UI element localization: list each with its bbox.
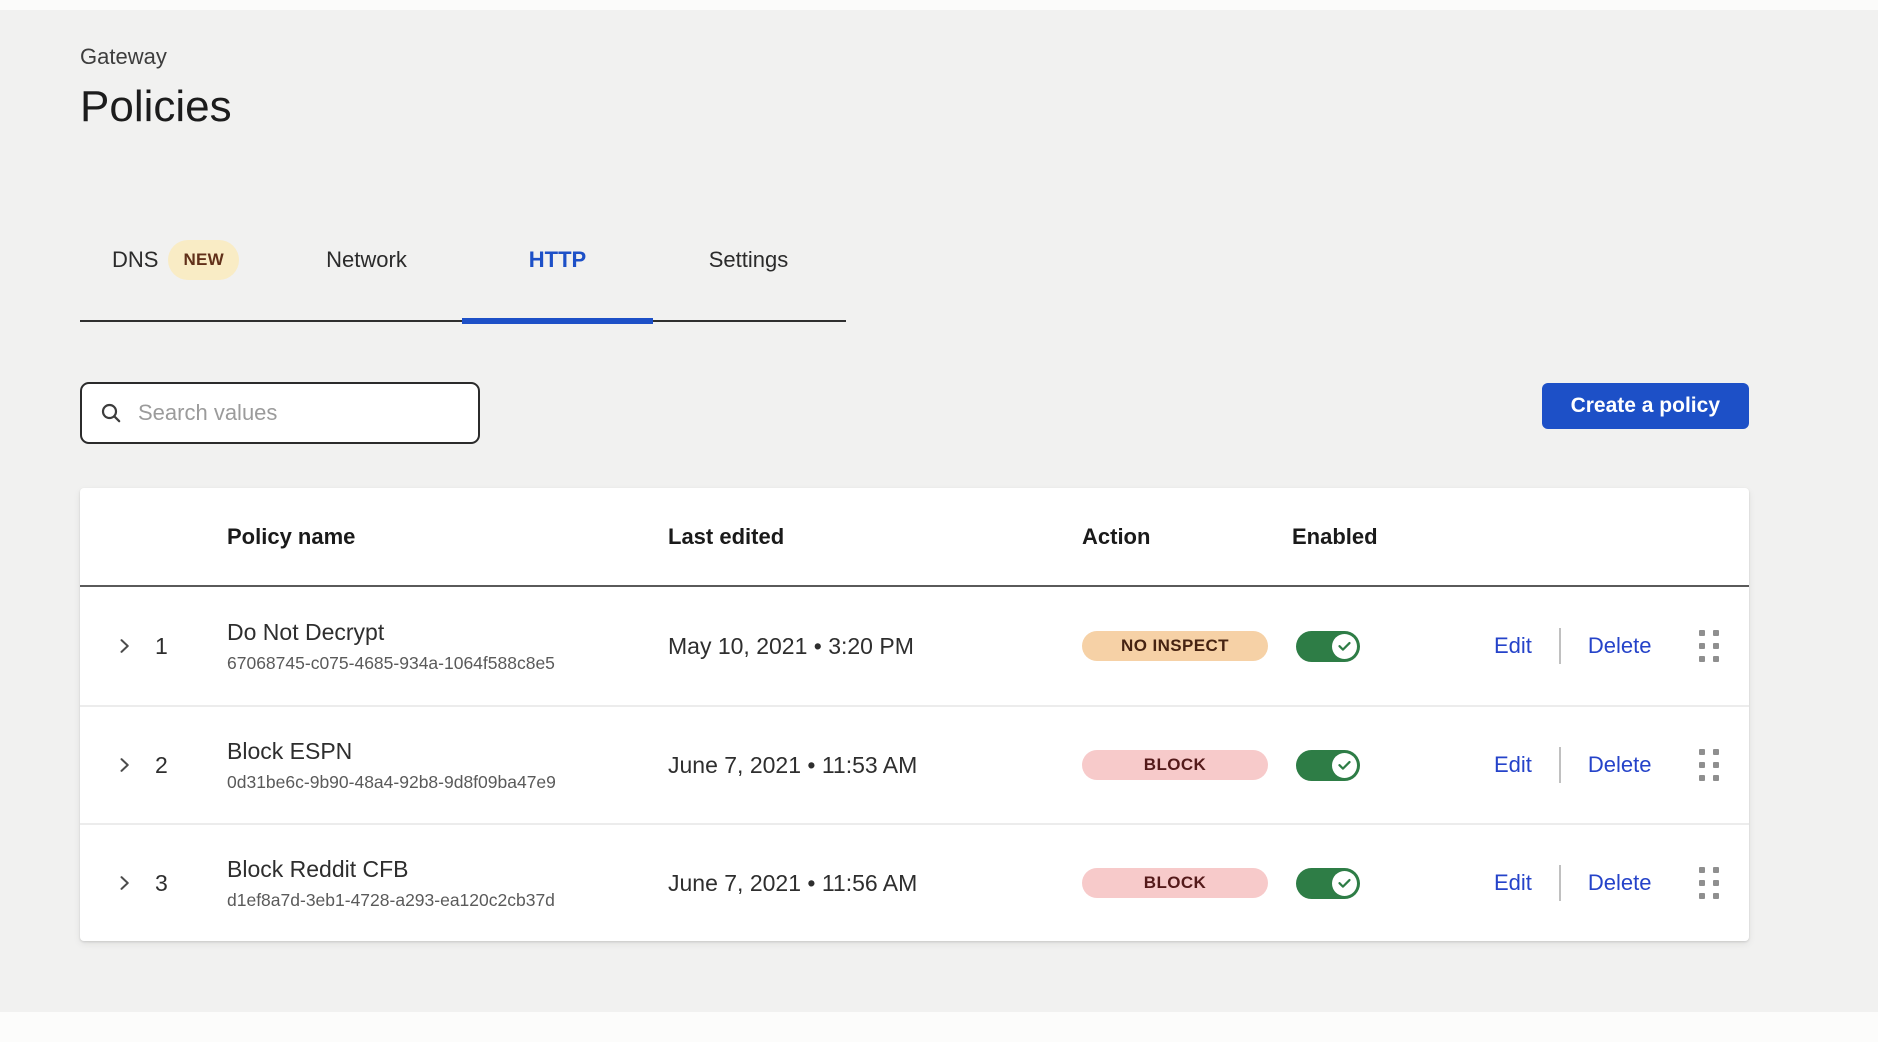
policy-uuid: d1ef8a7d-3eb1-4728-a293-ea120c2cb37d	[227, 890, 660, 911]
breadcrumb: Gateway	[80, 44, 1749, 70]
create-policy-button[interactable]: Create a policy	[1542, 383, 1749, 429]
drag-handle-icon[interactable]	[1699, 630, 1719, 662]
toggle-knob	[1332, 871, 1357, 896]
action-divider	[1559, 865, 1561, 901]
expand-row-button[interactable]	[114, 873, 134, 893]
page-title: Policies	[80, 82, 1749, 132]
tab-settings-label: Settings	[709, 246, 789, 274]
action-badge: BLOCK	[1082, 868, 1268, 898]
action-divider	[1559, 747, 1561, 783]
delete-link[interactable]: Delete	[1588, 752, 1652, 778]
column-header-enabled: Enabled	[1290, 524, 1473, 550]
edit-link[interactable]: Edit	[1494, 633, 1532, 659]
enabled-toggle[interactable]	[1296, 868, 1360, 899]
policy-name: Block ESPN	[227, 738, 660, 765]
policy-name: Do Not Decrypt	[227, 619, 660, 646]
policy-uuid: 67068745-c075-4685-934a-1064f588c8e5	[227, 653, 660, 674]
edit-link[interactable]: Edit	[1494, 870, 1532, 896]
table-row: 2 Block ESPN 0d31be6c-9b90-48a4-92b8-9d8…	[80, 705, 1749, 823]
tab-http[interactable]: HTTP	[462, 240, 653, 280]
tab-bar: DNS NEW Network HTTP Settings	[80, 240, 846, 322]
table-row: 3 Block Reddit CFB d1ef8a7d-3eb1-4728-a2…	[80, 823, 1749, 941]
action-badge: NO INSPECT	[1082, 631, 1268, 661]
delete-link[interactable]: Delete	[1588, 633, 1652, 659]
column-header-action: Action	[1080, 524, 1290, 550]
toggle-knob	[1332, 634, 1357, 659]
row-number: 2	[140, 752, 185, 779]
tab-dns-label: DNS	[112, 246, 158, 274]
tab-dns[interactable]: DNS NEW	[80, 240, 271, 280]
chevron-right-icon	[114, 873, 134, 893]
gateway-policies-page: Gateway Policies DNS NEW Network HTTP Se…	[80, 0, 1749, 941]
toolbar: Create a policy	[80, 382, 1749, 444]
check-icon	[1337, 639, 1352, 654]
search-input[interactable]	[136, 399, 461, 427]
tab-network[interactable]: Network	[271, 240, 462, 280]
expand-row-button[interactable]	[114, 636, 134, 656]
action-divider	[1559, 628, 1561, 664]
check-icon	[1337, 758, 1352, 773]
delete-link[interactable]: Delete	[1588, 870, 1652, 896]
tab-http-label: HTTP	[529, 246, 586, 274]
toggle-knob	[1332, 753, 1357, 778]
policies-table: Policy name Last edited Action Enabled 1…	[80, 488, 1749, 941]
search-icon	[99, 401, 123, 425]
drag-handle-icon[interactable]	[1699, 749, 1719, 781]
tab-network-label: Network	[326, 246, 407, 274]
column-header-policy-name: Policy name	[185, 524, 660, 550]
policy-name: Block Reddit CFB	[227, 856, 660, 883]
page-bottom-edge	[0, 1012, 1878, 1042]
expand-row-button[interactable]	[114, 755, 134, 775]
enabled-toggle[interactable]	[1296, 750, 1360, 781]
last-edited-value: June 7, 2021 • 11:56 AM	[660, 870, 1080, 897]
table-row: 1 Do Not Decrypt 67068745-c075-4685-934a…	[80, 587, 1749, 705]
table-body: 1 Do Not Decrypt 67068745-c075-4685-934a…	[80, 587, 1749, 941]
row-number: 3	[140, 870, 185, 897]
column-header-last-edited: Last edited	[660, 524, 1080, 550]
tab-settings[interactable]: Settings	[653, 240, 844, 280]
policy-uuid: 0d31be6c-9b90-48a4-92b8-9d8f09ba47e9	[227, 772, 660, 793]
chevron-right-icon	[114, 636, 134, 656]
drag-handle-icon[interactable]	[1699, 867, 1719, 899]
action-badge: BLOCK	[1082, 750, 1268, 780]
table-header: Policy name Last edited Action Enabled	[80, 488, 1749, 587]
search-box[interactable]	[80, 382, 480, 444]
new-badge: NEW	[168, 240, 239, 280]
enabled-toggle[interactable]	[1296, 631, 1360, 662]
edit-link[interactable]: Edit	[1494, 752, 1532, 778]
last-edited-value: May 10, 2021 • 3:20 PM	[660, 633, 1080, 660]
chevron-right-icon	[114, 755, 134, 775]
check-icon	[1337, 876, 1352, 891]
last-edited-value: June 7, 2021 • 11:53 AM	[660, 752, 1080, 779]
row-number: 1	[140, 633, 185, 660]
